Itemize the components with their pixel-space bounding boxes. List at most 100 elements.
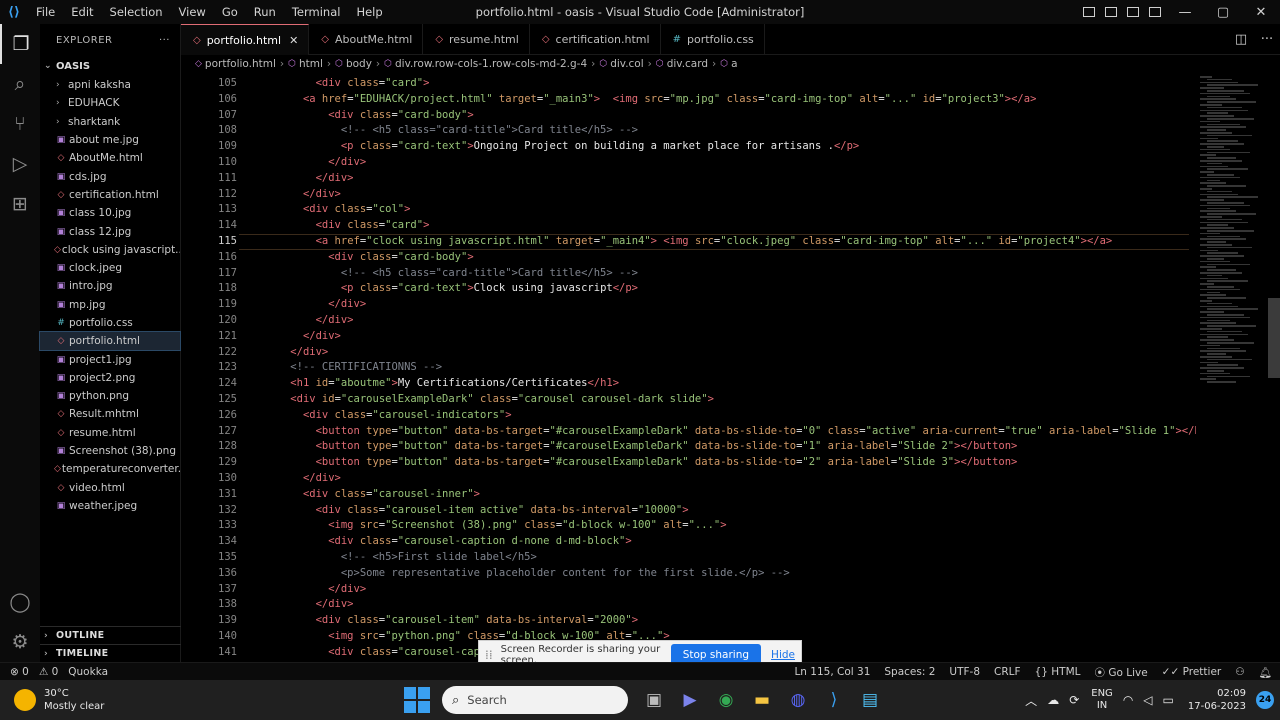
file-item[interactable]: ▣ clock.jpeg: [40, 259, 180, 277]
breadcrumb-item[interactable]: body: [346, 58, 372, 70]
breadcrumb-item[interactable]: portfolio.html: [205, 58, 276, 70]
task-view-icon[interactable]: ▣: [636, 680, 672, 720]
quokka-status[interactable]: Quokka: [68, 666, 108, 678]
folder-item[interactable]: › apni kaksha: [40, 76, 180, 94]
tab-resume-html[interactable]: ◇ resume.html: [423, 24, 530, 55]
line-ending[interactable]: CRLF: [994, 666, 1021, 678]
code-lines[interactable]: <div class="card"> <a href="EDUHACK/proj…: [265, 76, 1196, 660]
code-line[interactable]: <a href="EDUHACK/project.html" target="_…: [265, 92, 1195, 108]
code-line[interactable]: <a href="clock using javascript.html" ta…: [265, 234, 1195, 250]
file-item[interactable]: ◇ Result.mhtml: [40, 405, 180, 423]
file-item[interactable]: ▣ mp.jpg: [40, 296, 180, 314]
code-line[interactable]: </div>: [265, 297, 1195, 313]
start-button[interactable]: [404, 687, 430, 713]
chat-icon[interactable]: ▶: [672, 680, 708, 720]
weather-widget[interactable]: 30°C Mostly clear: [0, 687, 104, 713]
file-item[interactable]: ◇ resume.html: [40, 424, 180, 442]
more-actions-icon[interactable]: ···: [1254, 32, 1280, 47]
file-item[interactable]: ◇ portfolio.html: [39, 331, 181, 352]
code-line[interactable]: </div>: [265, 171, 1195, 187]
menu-item-run[interactable]: Run: [246, 0, 284, 24]
system-clock[interactable]: 02:09 17-06-2023: [1188, 687, 1246, 713]
run-debug-icon[interactable]: ▷: [0, 144, 40, 184]
breadcrumb-item[interactable]: html: [299, 58, 323, 70]
indentation[interactable]: Spaces: 2: [884, 666, 935, 678]
file-item[interactable]: ◇ clock using javascript....: [40, 241, 180, 259]
tab-aboutme-html[interactable]: ◇ AboutMe.html: [309, 24, 424, 55]
code-line[interactable]: <h1 id="aboutme">My Certifications/Certi…: [265, 376, 1195, 392]
vscode-taskbar-icon[interactable]: ⟩: [816, 680, 852, 720]
workspace-root[interactable]: ⌄ OASIS: [40, 56, 180, 76]
code-editor[interactable]: 105 106 107 108 109 110 111 112 113 114 115 116 117 1…: [181, 76, 1196, 662]
toggle-secondary-sidebar-icon[interactable]: [1122, 0, 1144, 24]
menu-item-edit[interactable]: Edit: [63, 0, 101, 24]
code-line[interactable]: <!-- <h5>First slide label</h5>: [265, 550, 1195, 566]
hide-banner-link[interactable]: Hide: [771, 649, 795, 661]
folder-item[interactable]: › EDUHACK: [40, 94, 180, 112]
go-live-button[interactable]: ⦿ Go Live: [1094, 665, 1147, 680]
file-item[interactable]: ▣ weather.jpeg: [40, 497, 180, 515]
refresh-icon[interactable]: ⟳: [1069, 693, 1079, 707]
accounts-icon[interactable]: ◯: [0, 582, 40, 622]
extensions-icon[interactable]: ⊞: [0, 184, 40, 224]
drag-grip-icon[interactable]: ⁞⁞: [485, 648, 493, 662]
code-line[interactable]: <div class="card-body">: [265, 250, 1195, 266]
file-item[interactable]: ▣ class 10.jpg: [40, 204, 180, 222]
code-line[interactable]: <p class="card-text">Clock using javascr…: [265, 281, 1195, 297]
battery-icon[interactable]: ▭: [1163, 693, 1174, 707]
menu-item-terminal[interactable]: Terminal: [284, 0, 349, 24]
code-line[interactable]: <div class="carousel-item active" data-b…: [265, 503, 1195, 519]
code-line[interactable]: <button type="button" data-bs-target="#c…: [265, 455, 1195, 471]
outline-section[interactable]: › OUTLINE: [40, 626, 181, 644]
manage-gear-icon[interactable]: ⚙: [0, 622, 40, 662]
close-icon[interactable]: ✕: [289, 34, 298, 47]
breadcrumb-item[interactable]: div.card: [667, 58, 708, 70]
timeline-section[interactable]: › TIMELINE: [40, 644, 181, 662]
warnings-count[interactable]: ⚠ 0: [39, 666, 58, 678]
customize-layout-icon[interactable]: [1144, 0, 1166, 24]
toggle-panel-icon[interactable]: [1100, 0, 1122, 24]
code-line[interactable]: <div id="carouselExampleDark" class="car…: [265, 392, 1195, 408]
code-line[interactable]: </div>: [265, 187, 1195, 203]
explorer-icon[interactable]: ❐: [0, 24, 40, 64]
cursor-position[interactable]: Ln 115, Col 31: [794, 666, 870, 678]
code-line[interactable]: <div class="carousel-item" data-bs-inter…: [265, 613, 1195, 629]
taskbar-search[interactable]: ⌕ Search: [442, 686, 628, 714]
explorer-more-icon[interactable]: ···: [159, 35, 170, 46]
language-mode[interactable]: {} HTML: [1035, 666, 1081, 678]
code-line[interactable]: <button type="button" data-bs-target="#c…: [265, 424, 1196, 440]
menu-item-help[interactable]: Help: [348, 0, 390, 24]
code-line[interactable]: <!-- CERTIFICATIONNS -->: [265, 360, 1195, 376]
code-line[interactable]: </div>: [265, 329, 1195, 345]
menu-item-file[interactable]: File: [28, 0, 63, 24]
file-item[interactable]: ◇ temperatureconverter....: [40, 460, 180, 478]
file-item[interactable]: ▣ project2.png: [40, 369, 180, 387]
code-line[interactable]: <div class="carousel-caption d-none d-md…: [265, 534, 1195, 550]
code-line[interactable]: </div>: [265, 345, 1195, 361]
code-line[interactable]: <img src="Screenshot (38).png" class="d-…: [265, 518, 1195, 534]
show-hidden-icons-icon[interactable]: ︿: [1025, 692, 1037, 709]
menu-item-go[interactable]: Go: [214, 0, 246, 24]
search-icon[interactable]: ⌕: [0, 64, 40, 104]
code-line[interactable]: <div class="carousel-indicators">: [265, 408, 1195, 424]
volume-icon[interactable]: ◁: [1143, 693, 1152, 707]
file-item[interactable]: ▣ intro.jpg: [40, 277, 180, 295]
file-item[interactable]: ◇ certification.html: [40, 186, 180, 204]
code-line[interactable]: <div class="col">: [265, 202, 1195, 218]
code-line[interactable]: <p class="card-text">Ongoing Project on …: [265, 139, 1195, 155]
prettier-status[interactable]: ✓✓ Prettier: [1162, 666, 1222, 678]
code-line[interactable]: <div class="card">: [265, 76, 1195, 92]
breadcrumb-item[interactable]: div.row.row-cols-1.row-cols-md-2.g-4: [395, 58, 587, 70]
folder-item[interactable]: › sharktank: [40, 113, 180, 131]
tab-certification-html[interactable]: ◇ certification.html: [530, 24, 661, 55]
file-item[interactable]: ◇ video.html: [40, 479, 180, 497]
breadcrumb-item[interactable]: div.col: [610, 58, 643, 70]
notifications-bell-icon[interactable]: 🔔︎: [1259, 666, 1272, 679]
split-editor-icon[interactable]: ◫: [1228, 32, 1254, 47]
code-line[interactable]: </div>: [265, 313, 1195, 329]
code-line[interactable]: </div>: [265, 597, 1195, 613]
file-item[interactable]: ▣ class 12.jpg: [40, 222, 180, 240]
minimize-button[interactable]: —: [1166, 0, 1204, 24]
toggle-primary-sidebar-icon[interactable]: [1078, 0, 1100, 24]
code-line[interactable]: </div>: [265, 471, 1195, 487]
